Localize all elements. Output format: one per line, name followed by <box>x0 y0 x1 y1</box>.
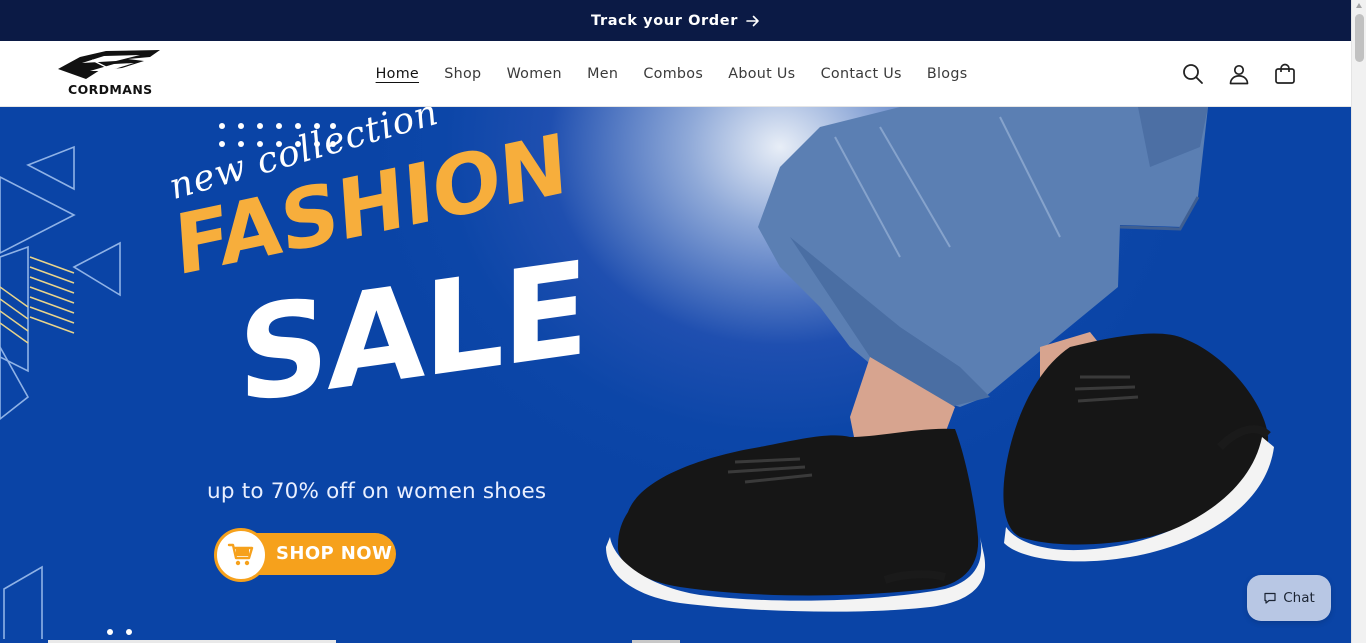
nav-item-combos[interactable]: Combos <box>631 66 716 82</box>
hero-subtext: up to 70% off on women shoes <box>207 479 547 504</box>
cart-icon <box>1275 63 1295 84</box>
nav-item-home[interactable]: Home <box>363 66 432 82</box>
shop-now-circle <box>214 528 268 582</box>
header-icons <box>1170 58 1308 90</box>
brand-name: CORDMANS <box>68 82 153 97</box>
nav-item-contact-us[interactable]: Contact Us <box>808 66 914 82</box>
cart-button[interactable] <box>1262 58 1308 90</box>
page: Track your Order CORDMANS Home Shop Wome… <box>0 0 1366 643</box>
search-button[interactable] <box>1170 58 1216 90</box>
arrow-right-icon <box>746 15 759 26</box>
track-order-link[interactable]: Track your Order <box>591 13 760 29</box>
shop-now-button[interactable]: SHOP NOW <box>214 528 396 582</box>
account-icon <box>1229 64 1249 85</box>
shoe-left-image <box>606 428 986 612</box>
nav-item-women[interactable]: Women <box>494 66 575 82</box>
hero-bottom-strip <box>0 639 1351 643</box>
nav-item-blogs[interactable]: Blogs <box>914 66 980 82</box>
wing-logo-icon <box>58 50 160 79</box>
page-scrollbar[interactable] <box>1351 0 1366 643</box>
stripe-decoration <box>0 256 75 344</box>
account-button[interactable] <box>1216 58 1262 90</box>
brand-logo[interactable]: CORDMANS <box>56 49 162 99</box>
search-icon <box>1183 64 1203 84</box>
track-order-label: Track your Order <box>591 12 738 29</box>
chat-label: Chat <box>1283 590 1315 606</box>
main-nav: Home Shop Women Men Combos About Us Cont… <box>363 41 980 106</box>
shopping-cart-icon <box>227 543 254 566</box>
chat-button[interactable]: Chat <box>1247 575 1331 621</box>
hero-banner[interactable]: new collection FASHION SALE up to 70% of… <box>0 107 1351 643</box>
nav-item-shop[interactable]: Shop <box>432 66 494 82</box>
site-header: CORDMANS Home Shop Women Men Combos Abou… <box>0 41 1351 107</box>
scroll-up-arrow-icon[interactable] <box>1356 3 1362 8</box>
chat-bubble-icon <box>1264 592 1276 604</box>
scrollbar-thumb[interactable] <box>1355 14 1364 62</box>
announcement-bar: Track your Order <box>0 0 1351 41</box>
nav-item-about-us[interactable]: About Us <box>716 66 808 82</box>
nav-item-men[interactable]: Men <box>575 66 631 82</box>
shop-now-label: SHOP NOW <box>276 543 393 564</box>
triangle-decoration <box>0 145 121 643</box>
